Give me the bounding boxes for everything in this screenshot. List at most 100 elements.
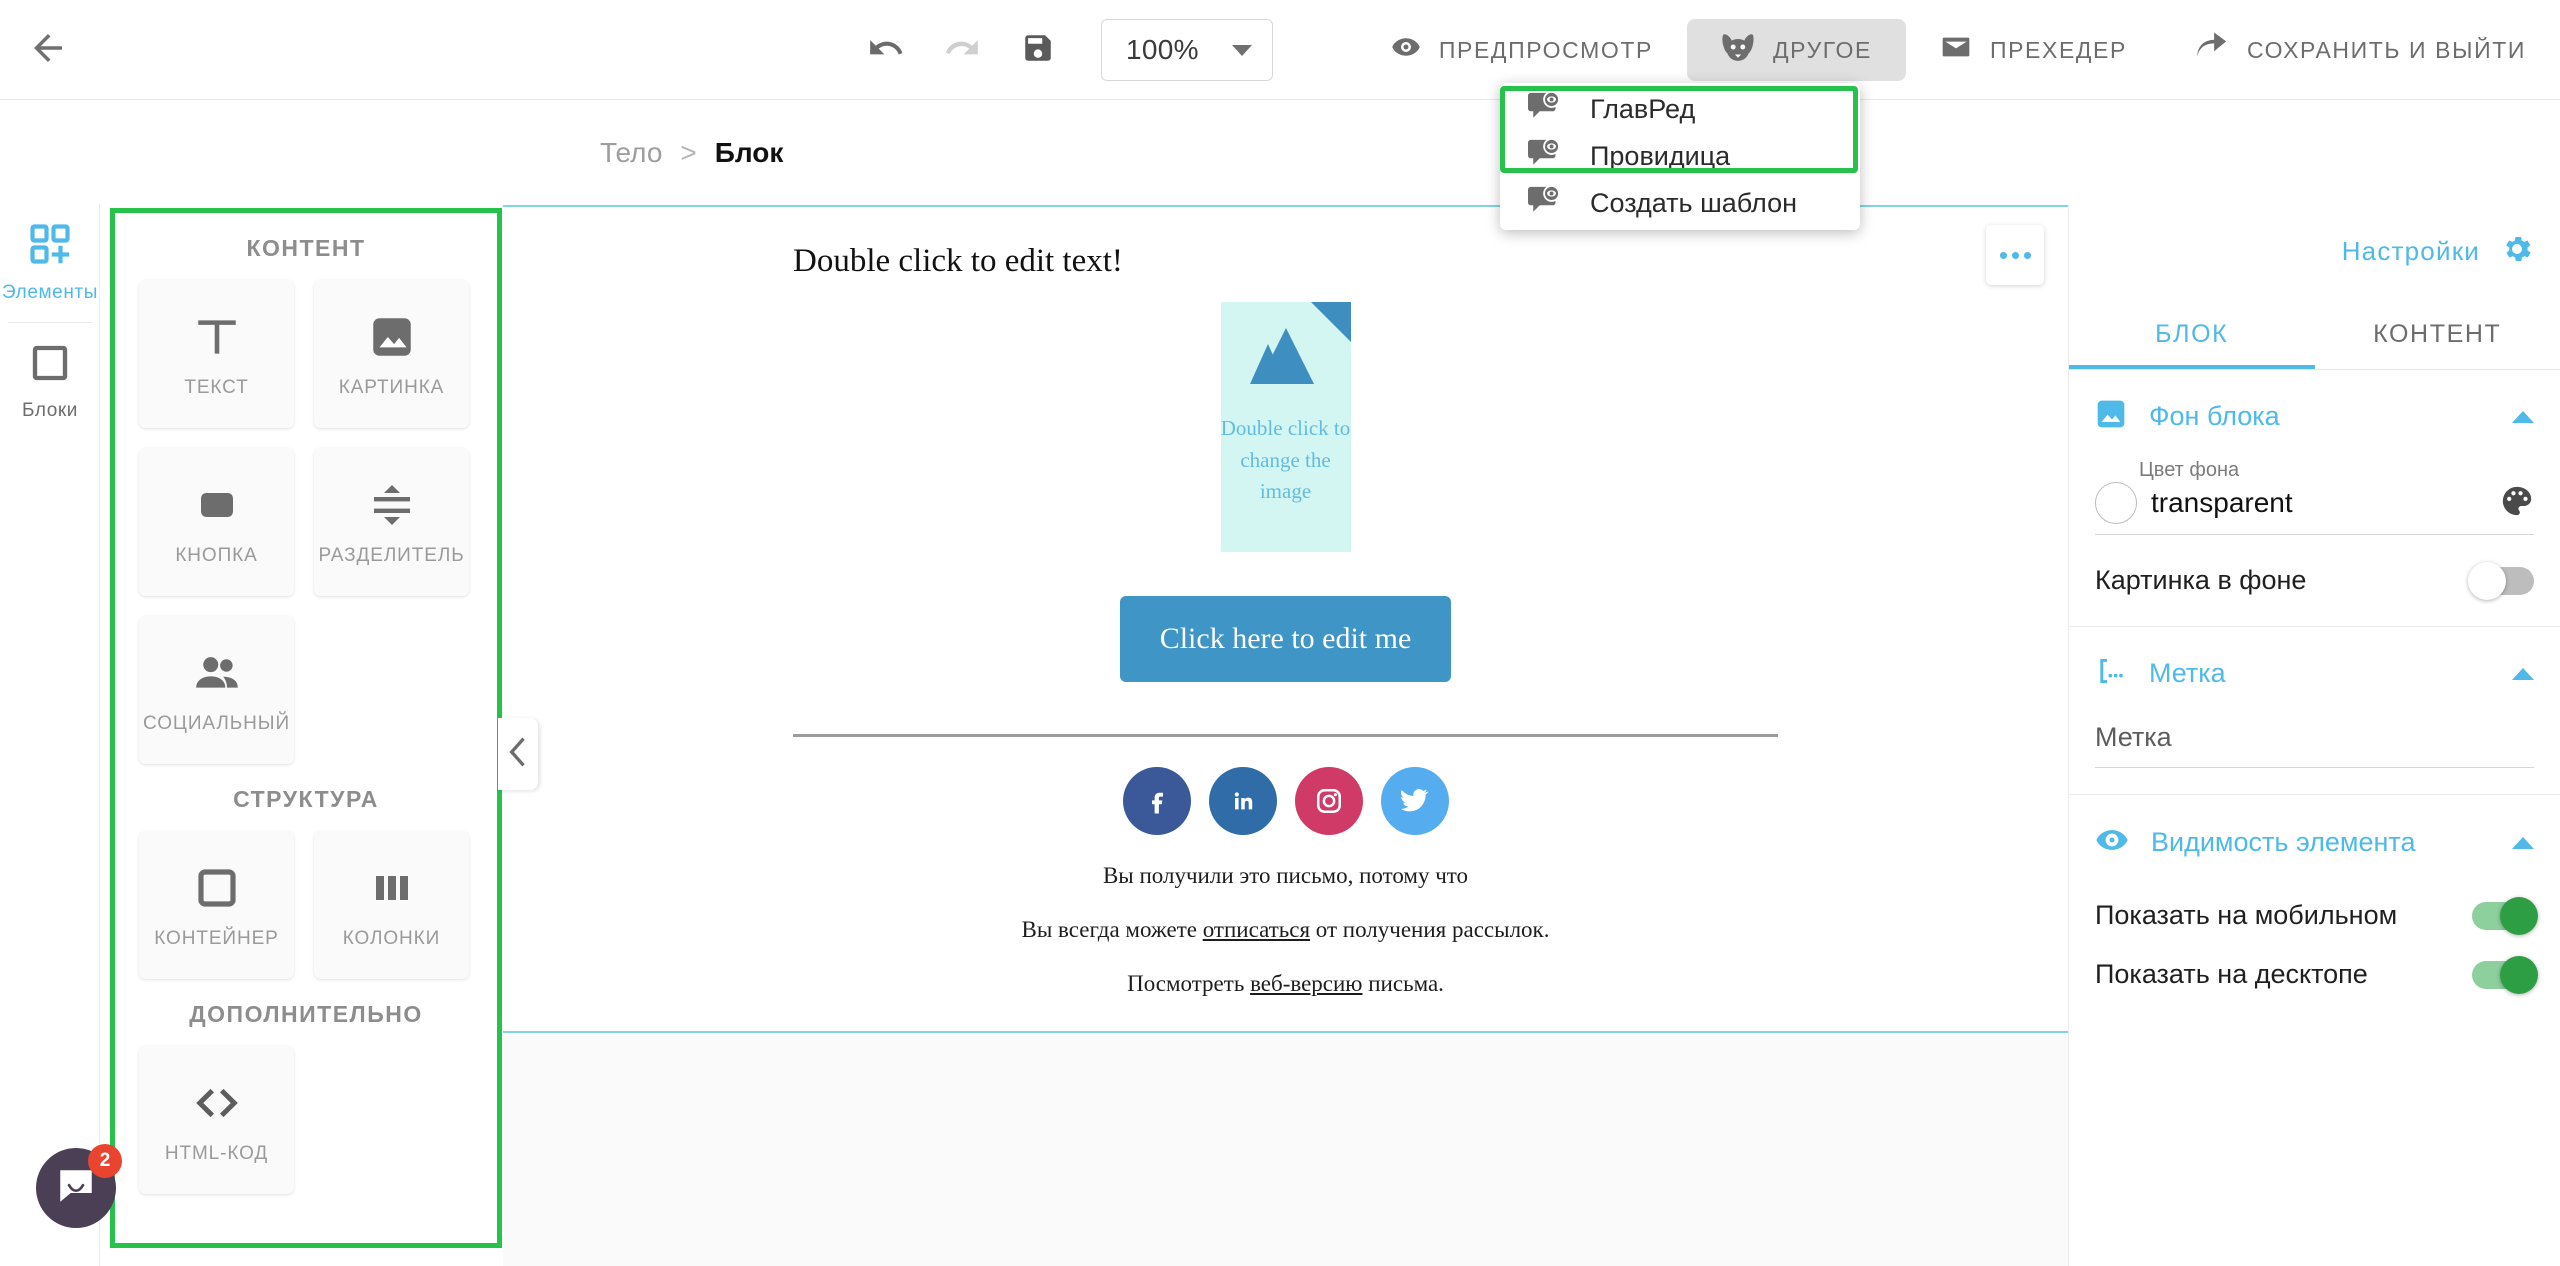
element-card-html[interactable]: HTML-КОД <box>139 1046 294 1194</box>
rail-item-label: Элементы <box>2 281 98 303</box>
show-on-desktop-toggle[interactable] <box>2472 955 2538 994</box>
email-canvas: Double click to edit text! Double click … <box>503 205 2068 1266</box>
breadcrumb-current[interactable]: Блок <box>715 137 784 169</box>
dropdown-item-glavred[interactable]: ГлавРед <box>1500 89 1860 130</box>
gear-icon <box>2500 232 2534 271</box>
preview-label: ПРЕДПРОСМОТР <box>1438 36 1653 63</box>
dropdown-item-create-template[interactable]: Создать шаблон <box>1500 183 1860 224</box>
footer-line-1: Вы получили это письмо, потому что <box>1102 863 1469 888</box>
background-color-value[interactable]: transparent <box>2151 487 2486 519</box>
code-brackets-icon <box>191 1075 243 1131</box>
button-rect-icon <box>193 477 241 533</box>
image-placeholder[interactable]: Double click to change the image <box>1220 302 1351 552</box>
arrow-left-icon <box>27 27 69 74</box>
chat-launcher[interactable]: 2 <box>36 1144 122 1228</box>
section-header-label[interactable]: Метка <box>2069 627 2560 716</box>
chevron-up-icon[interactable] <box>2512 667 2534 680</box>
section-header-visibility[interactable]: Видимость элемента <box>2069 795 2560 886</box>
settings-button[interactable]: Настройки <box>2069 205 2560 298</box>
elements-grid-content: ТЕКСТ КАРТИНКА КНОПКА РАЗДЕЛИТЕЛЬ СОЦИАЛ… <box>115 280 497 764</box>
rail-item-elements[interactable]: Элементы <box>0 204 100 322</box>
dropdown-item-providica[interactable]: Провидица <box>1500 136 1860 177</box>
breadcrumb-root[interactable]: Тело <box>600 137 662 169</box>
share-arrow-icon <box>2195 32 2229 68</box>
block-options-button[interactable] <box>1986 225 2044 285</box>
element-card-label: РАЗДЕЛИТЕЛЬ <box>318 545 465 566</box>
image-caption-line1: Double click to <box>1220 416 1351 441</box>
zoom-value: 100% <box>1126 34 1199 65</box>
element-card-columns[interactable]: КОЛОНКИ <box>314 831 469 979</box>
chevron-up-icon[interactable] <box>2512 836 2534 849</box>
show-on-mobile-toggle[interactable] <box>2472 896 2538 935</box>
section-title-structure: СТРУКТУРА <box>233 786 379 812</box>
save-and-exit-label: СОХРАНИТЬ И ВЫЙТИ <box>2246 36 2526 63</box>
undo-icon <box>867 29 905 72</box>
section-header-background[interactable]: Фон блока <box>2069 370 2560 459</box>
horizontal-rule <box>793 734 1778 737</box>
collapse-panel-button[interactable] <box>498 718 538 790</box>
footer-line-2: Вы всегда можете отписаться от получения… <box>503 917 2068 943</box>
image-icon <box>367 309 417 365</box>
dropdown-item-label: Создать шаблон <box>1590 188 1798 218</box>
chevron-left-icon <box>507 736 529 772</box>
top-toolbar: 100% ПРЕДПРОСМОТР ДРУГОЕ ПРЕХЕДЕР СОХРАН… <box>0 0 2560 100</box>
element-card-container[interactable]: КОНТЕЙНЕР <box>139 831 294 979</box>
tab-block[interactable]: БЛОК <box>2069 298 2315 369</box>
element-card-social[interactable]: СОЦИАЛЬНЫЙ <box>139 616 294 764</box>
save-button[interactable] <box>1007 19 1069 81</box>
element-card-label: КОЛОНКИ <box>342 928 441 949</box>
bracket-ellipsis-icon <box>2095 655 2127 692</box>
element-card-text[interactable]: ТЕКСТ <box>139 280 294 428</box>
container-square-icon <box>193 860 241 916</box>
palette-icon[interactable] <box>2500 484 2534 523</box>
background-image-toggle[interactable] <box>2468 561 2534 600</box>
back-button[interactable] <box>18 20 78 80</box>
grid-plus-icon <box>29 223 71 270</box>
preheader-button[interactable]: ПРЕХЕДЕР <box>1906 19 2161 81</box>
web-version-link[interactable]: веб-версию <box>1250 971 1362 996</box>
undo-button[interactable] <box>855 19 917 81</box>
element-card-label: КНОПКА <box>175 545 258 566</box>
more-options-dots-icon <box>2011 251 2019 259</box>
more-options-dots-icon <box>2023 251 2031 259</box>
left-rail: Элементы Блоки <box>0 204 100 1266</box>
breadcrumb-separator: > <box>680 136 697 168</box>
element-card-label: КОНТЕЙНЕР <box>154 928 279 949</box>
redo-button[interactable] <box>931 19 993 81</box>
speech-eye-icon <box>1528 185 1562 222</box>
image-icon <box>2095 398 2127 435</box>
label-input[interactable]: Метка <box>2095 716 2534 768</box>
element-card-divider[interactable]: РАЗДЕЛИТЕЛЬ <box>314 448 469 596</box>
element-card-label: СОЦИАЛЬНЫЙ <box>142 713 291 734</box>
footer-line3-post: письма. <box>1362 971 1444 996</box>
save-and-exit-button[interactable]: СОХРАНИТЬ И ВЫЙТИ <box>2161 19 2560 81</box>
section-title-label: Метка <box>2149 658 2226 688</box>
tab-content[interactable]: КОНТЕНТ <box>2315 298 2560 369</box>
unsubscribe-link[interactable]: отписаться <box>1203 917 1310 942</box>
redo-icon <box>943 29 981 72</box>
elements-panel: КОНТЕНТ ТЕКСТ КАРТИНКА КНОПКА РАЗДЕЛИТЕЛ… <box>110 208 502 1248</box>
instagram-icon[interactable] <box>1294 767 1363 835</box>
right-settings-panel: Настройки БЛОК КОНТЕНТ Фон блока Цвет фо… <box>2068 205 2560 1266</box>
linkedin-icon[interactable] <box>1208 767 1277 835</box>
element-card-button[interactable]: КНОПКА <box>139 448 294 596</box>
other-button[interactable]: ДРУГОЕ <box>1686 19 1906 81</box>
email-builder-app: 100% ПРЕДПРОСМОТР ДРУГОЕ ПРЕХЕДЕР СОХРАН… <box>0 0 2560 1266</box>
preview-button[interactable]: ПРЕДПРОСМОТР <box>1357 19 1687 81</box>
section-title-visibility: Видимость элемента <box>2151 827 2416 857</box>
cta-button[interactable]: Click here to edit me <box>1119 596 1452 682</box>
facebook-icon[interactable] <box>1122 767 1191 835</box>
color-swatch[interactable] <box>2095 482 2137 524</box>
background-color-label: Цвет фона <box>2139 459 2240 481</box>
dropdown-item-label: ГлавРед <box>1590 94 1696 124</box>
twitter-icon[interactable] <box>1380 767 1449 835</box>
rail-item-blocks[interactable]: Блоки <box>0 323 100 441</box>
element-card-image[interactable]: КАРТИНКА <box>314 280 469 428</box>
breadcrumb: Тело > Блок <box>600 101 783 204</box>
zoom-select[interactable]: 100% <box>1101 19 1273 81</box>
speech-eye-icon <box>1528 91 1562 128</box>
rail-item-label: Блоки <box>21 399 79 421</box>
eye-icon <box>2095 823 2129 862</box>
footer-line-3: Посмотреть веб-версию письма. <box>503 971 2068 997</box>
chevron-up-icon[interactable] <box>2512 410 2534 423</box>
